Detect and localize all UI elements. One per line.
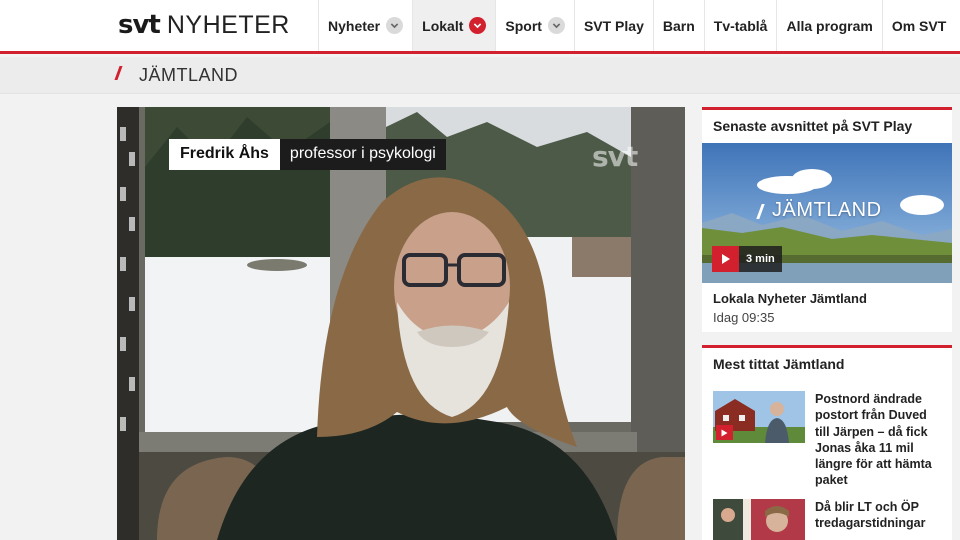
article-title[interactable]: Postnord ändrade postort från Duved till… bbox=[815, 391, 941, 489]
video-player[interactable]: Fredrik Åhs professor i psykologi svt bbox=[117, 107, 685, 540]
svt-nyheter-logo[interactable]: svt NYHETER bbox=[118, 10, 290, 40]
thumb-label: JÄMTLAND bbox=[772, 199, 882, 221]
nav-label: SVT Play bbox=[583, 17, 644, 34]
most-viewed-card: Mest tittat Jämtland Postnord ändrade po… bbox=[702, 345, 952, 540]
episode-time: Idag 09:35 bbox=[713, 310, 775, 325]
caption-role: professor i psykologi bbox=[279, 139, 446, 170]
nav-item-om-svt[interactable]: Om SVT bbox=[881, 0, 955, 51]
nav-item-lokalt[interactable]: Lokalt bbox=[412, 0, 496, 51]
latest-episode-card[interactable]: Senaste avsnittet på SVT Play JÄMTLAND 3… bbox=[702, 107, 952, 332]
play-duration-badge[interactable]: 3 min bbox=[712, 246, 782, 272]
article-thumbnail[interactable] bbox=[713, 391, 805, 443]
nav-item-barn[interactable]: Barn bbox=[652, 0, 704, 51]
section-slash-icon bbox=[114, 66, 123, 80]
main-nav: Nyheter Lokalt Sport SVT Play Barn Tv-ta… bbox=[318, 0, 955, 51]
nav-item-sport[interactable]: Sport bbox=[495, 0, 574, 51]
chevron-down-icon[interactable] bbox=[386, 17, 404, 34]
nav-label: Lokalt bbox=[422, 17, 464, 34]
play-icon[interactable] bbox=[716, 425, 733, 440]
section-title[interactable]: JÄMTLAND bbox=[139, 65, 238, 86]
nav-item-tv-tabla[interactable]: Tv-tablå bbox=[703, 0, 777, 51]
nav-label: Alla program bbox=[786, 17, 873, 34]
play-icon[interactable] bbox=[712, 246, 739, 272]
chevron-down-icon[interactable] bbox=[547, 17, 565, 34]
nav-item-nyheter[interactable]: Nyheter bbox=[318, 0, 412, 51]
article-title[interactable]: Då blir LT och ÖP tredagarstidningar bbox=[815, 499, 941, 540]
svt-watermark: svt bbox=[592, 140, 638, 173]
chevron-down-icon[interactable] bbox=[469, 17, 487, 34]
episode-thumbnail[interactable]: JÄMTLAND 3 min bbox=[702, 143, 952, 283]
latest-episode-heading: Senaste avsnittet på SVT Play bbox=[713, 118, 913, 134]
nav-label: Om SVT bbox=[891, 17, 947, 34]
section-bar: JÄMTLAND bbox=[0, 57, 960, 94]
site-header: svt NYHETER Nyheter Lokalt Sport SVT Pla… bbox=[0, 0, 960, 54]
nav-label: Barn bbox=[662, 17, 695, 34]
nav-label: Tv-tablå bbox=[713, 17, 768, 34]
nav-label: Nyheter bbox=[328, 17, 381, 34]
logo-nyheter-text: NYHETER bbox=[166, 11, 290, 39]
list-item[interactable]: Postnord ändrade postort från Duved till… bbox=[702, 381, 952, 489]
duration-label: 3 min bbox=[739, 246, 782, 272]
article-thumbnail[interactable] bbox=[713, 498, 805, 540]
name-caption: Fredrik Åhs professor i psykologi bbox=[169, 139, 446, 170]
nav-label: Sport bbox=[505, 17, 542, 34]
list-item[interactable]: Då blir LT och ÖP tredagarstidningar bbox=[702, 489, 952, 540]
nav-item-svt-play[interactable]: SVT Play bbox=[573, 0, 653, 51]
nav-item-alla-program[interactable]: Alla program bbox=[776, 0, 881, 51]
caption-name: Fredrik Åhs bbox=[169, 139, 280, 170]
episode-title[interactable]: Lokala Nyheter Jämtland bbox=[702, 283, 952, 306]
most-viewed-heading: Mest tittat Jämtland bbox=[713, 356, 845, 372]
logo-svt-text: svt bbox=[118, 10, 161, 40]
article-image bbox=[713, 498, 805, 540]
